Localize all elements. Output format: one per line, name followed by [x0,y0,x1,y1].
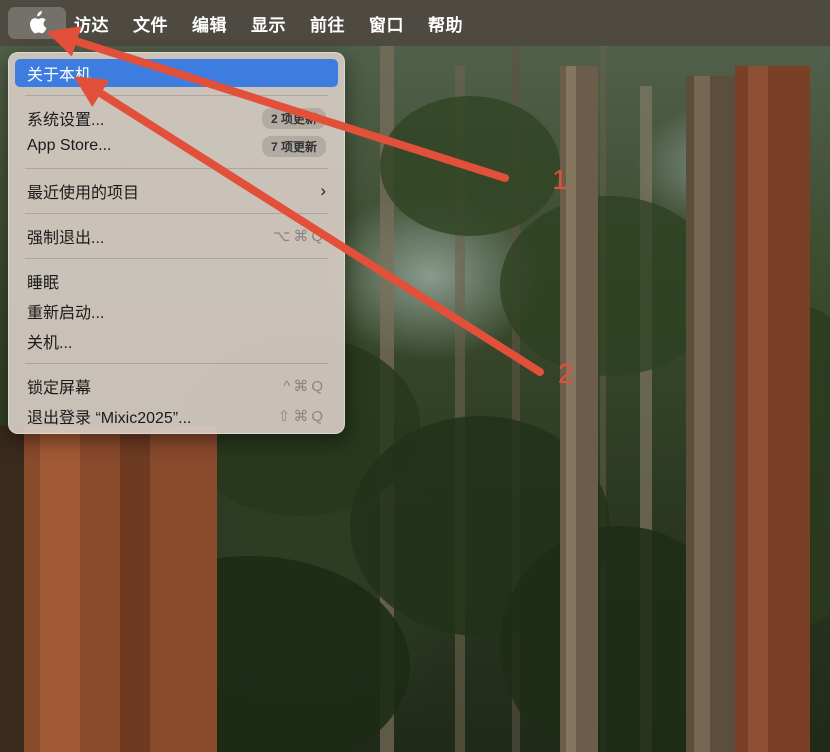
menu-window[interactable]: 窗口 [369,11,404,36]
menu-item-label: 退出登录 “Mixic2025”... [27,410,192,427]
menu-file[interactable]: 文件 [133,11,168,36]
menu-item-log-out[interactable]: 退出登录 “Mixic2025”... ⇧⌘Q [15,402,338,430]
menu-item-label: App Store... [27,137,112,154]
menu-item-shutdown[interactable]: 关机... [15,327,338,355]
keyboard-shortcut: ⌥⌘Q [273,228,326,245]
menu-item-system-settings[interactable]: 系统设置... 2 项更新 [15,104,338,132]
menu-item-restart[interactable]: 重新启动... [15,297,338,325]
update-badge: 2 项更新 [261,107,326,129]
menu-item-label: 关于本机 [27,67,92,84]
menu-item-label: 系统设置... [27,112,105,129]
menu-edit[interactable]: 编辑 [192,11,227,36]
menu-separator [25,213,328,214]
menu-item-label: 关机... [27,335,73,352]
menu-item-about-this-mac[interactable]: 关于本机 [15,59,338,87]
menu-separator [25,258,328,259]
menu-item-label: 睡眠 [27,275,60,292]
menu-bar: 访达 文件 编辑 显示 前往 窗口 帮助 [0,0,830,46]
apple-menu-button[interactable] [8,7,66,39]
menu-item-sleep[interactable]: 睡眠 [15,267,338,295]
apple-icon [30,11,47,34]
menu-item-label: 锁定屏幕 [27,380,92,397]
update-badge: 7 项更新 [261,135,326,157]
chevron-right-icon: › [320,181,326,200]
annotation-label-2: 2 [558,358,574,389]
menu-item-label: 强制退出... [27,230,105,247]
keyboard-shortcut: ⇧⌘Q [277,408,326,425]
keyboard-shortcut: ^⌘Q [283,378,326,395]
menu-item-lock-screen[interactable]: 锁定屏幕 ^⌘Q [15,372,338,400]
menu-item-label: 重新启动... [27,305,105,322]
menu-go[interactable]: 前往 [310,11,345,36]
menu-separator [25,95,328,96]
menu-item-label: 最近使用的项目 [27,185,140,202]
menu-view[interactable]: 显示 [251,11,286,36]
menu-finder[interactable]: 访达 [74,11,109,36]
menu-item-recent-items[interactable]: 最近使用的项目 › [15,177,338,205]
menu-item-app-store[interactable]: App Store... 7 项更新 [15,132,338,160]
menu-separator [25,168,328,169]
menu-help[interactable]: 帮助 [428,11,463,36]
menu-separator [25,363,328,364]
annotation-label-1: 1 [552,164,568,195]
menu-item-force-quit[interactable]: 强制退出... ⌥⌘Q [15,222,338,250]
apple-menu-dropdown: 关于本机 系统设置... 2 项更新 App Store... 7 项更新 最近… [8,52,345,434]
